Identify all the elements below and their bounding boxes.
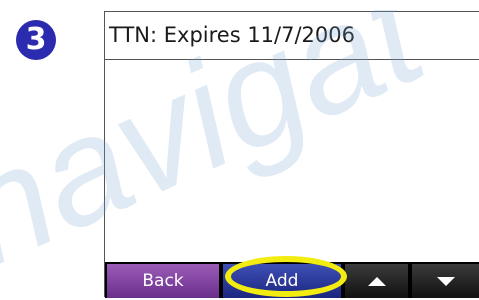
step-number-badge: 3 <box>16 20 56 60</box>
arrow-down-icon <box>437 277 455 286</box>
content-area <box>105 60 479 262</box>
add-button-highlight <box>225 256 347 297</box>
title-text: TTN: Expires 11/7/2006 <box>109 23 355 47</box>
device-screen: TTN: Expires 11/7/2006 Back Add <box>104 11 479 298</box>
back-button[interactable]: Back <box>107 264 219 298</box>
scroll-down-button[interactable] <box>412 264 479 298</box>
arrow-up-icon <box>367 277 386 286</box>
scroll-up-button[interactable] <box>345 264 408 298</box>
title-bar: TTN: Expires 11/7/2006 <box>105 12 479 60</box>
